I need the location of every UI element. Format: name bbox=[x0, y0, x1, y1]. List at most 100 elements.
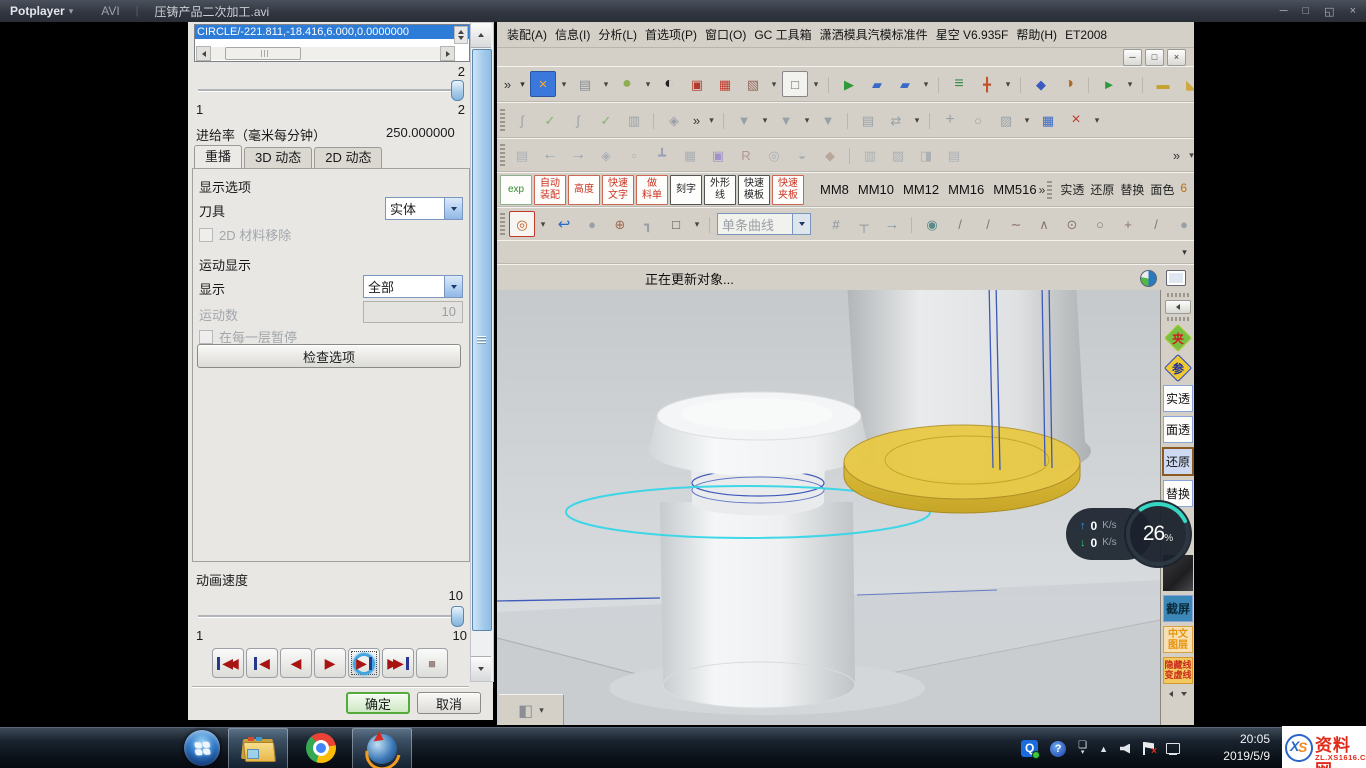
scroll-left-button[interactable] bbox=[196, 46, 211, 61]
next-icon[interactable]: → bbox=[879, 211, 905, 237]
dropdown-arrow-icon[interactable]: ▾ bbox=[1002, 71, 1014, 97]
separator[interactable]: │ bbox=[824, 71, 834, 97]
selection-scope-combo[interactable]: 单条曲线 bbox=[717, 213, 811, 235]
check-options-button[interactable]: 检查选项 bbox=[197, 344, 461, 368]
dropdown-arrow-icon[interactable]: ▾ bbox=[539, 705, 544, 716]
scroll-left-icon[interactable] bbox=[1169, 691, 1173, 697]
cube-pin-icon[interactable]: ▧ bbox=[740, 71, 766, 97]
chinese-layer-button[interactable]: 中文图层 bbox=[1163, 626, 1193, 653]
minimize-button[interactable]: ─ bbox=[1123, 49, 1142, 66]
stop-button[interactable]: ■ bbox=[416, 648, 448, 678]
menu-item[interactable]: 帮助(H) bbox=[1016, 26, 1057, 43]
move-object-icon[interactable]: ◆ bbox=[1028, 71, 1054, 97]
step-back-button[interactable]: ◀ bbox=[246, 648, 278, 678]
separator[interactable]: │ bbox=[845, 142, 855, 168]
program-group-icon[interactable]: ▼ bbox=[731, 107, 757, 133]
network-icon[interactable] bbox=[1166, 743, 1180, 755]
mm-button[interactable]: MM516 bbox=[993, 182, 1036, 197]
toolbar-grip[interactable] bbox=[500, 144, 505, 166]
tab-3d-dynamic[interactable]: 3D 动态 bbox=[244, 147, 312, 168]
mm-button[interactable]: MM12 bbox=[903, 182, 939, 197]
eraser-icon[interactable]: ◆ bbox=[817, 142, 843, 168]
checkbox-icon[interactable] bbox=[199, 330, 213, 344]
memory-usage-ball[interactable]: 26% bbox=[1124, 500, 1192, 568]
create-icon[interactable]: + bbox=[937, 107, 963, 133]
rotate-view-icon[interactable]: ◈ bbox=[593, 142, 619, 168]
slab-view-arrow-icon[interactable]: ▰ bbox=[892, 71, 918, 97]
slab-view-icon[interactable]: ▰ bbox=[864, 71, 890, 97]
restore-button[interactable]: 还原 bbox=[1162, 447, 1194, 476]
tool-combo[interactable]: 实体 bbox=[385, 197, 463, 220]
crossing-lines-icon[interactable]: # bbox=[823, 211, 849, 237]
snap-intersection-icon[interactable]: + bbox=[1115, 211, 1141, 237]
window-control-button[interactable]: × bbox=[1350, 5, 1356, 18]
snap-circle-icon[interactable]: ○ bbox=[1087, 211, 1113, 237]
display-mode-button[interactable]: 替换 bbox=[1120, 181, 1144, 198]
mm-button[interactable]: MM10 bbox=[858, 182, 894, 197]
snap-tangent-icon[interactable]: ∼ bbox=[1003, 211, 1029, 237]
shop-doc-icon[interactable]: ✓ bbox=[593, 107, 619, 133]
hatch-icon[interactable]: ▨ bbox=[885, 142, 911, 168]
sidebar-back-button[interactable] bbox=[1165, 300, 1191, 314]
qq-tray-icon[interactable]: Q bbox=[1021, 740, 1038, 757]
part-navigator-icon[interactable]: ≡ bbox=[946, 71, 972, 97]
overflow-more-icon[interactable]: » bbox=[1169, 142, 1184, 168]
height-button[interactable]: 高度 bbox=[568, 175, 600, 205]
dropdown-arrow-icon[interactable]: ▾ bbox=[1021, 107, 1033, 133]
render-style-icon[interactable]: ● bbox=[614, 71, 640, 97]
dropdown-arrow-icon[interactable]: ▾ bbox=[920, 71, 932, 97]
show-hidden-icons-button[interactable]: ▲ bbox=[1099, 744, 1108, 754]
pedestal-icon[interactable]: ┻ bbox=[649, 142, 675, 168]
tab-2d-dynamic[interactable]: 2D 动态 bbox=[314, 147, 382, 168]
menu-item[interactable]: 信息(I) bbox=[555, 26, 590, 43]
display-mode-button[interactable]: 实透 bbox=[1060, 181, 1084, 198]
separator[interactable]: │ bbox=[1016, 71, 1026, 97]
verify-toolpath-icon[interactable]: ✓ bbox=[537, 107, 563, 133]
dropdown-arrow-icon[interactable]: ▾ bbox=[600, 71, 612, 97]
snap-point-icon[interactable]: ◉ bbox=[919, 211, 945, 237]
separator[interactable]: │ bbox=[705, 211, 715, 237]
menu-item[interactable]: 装配(A) bbox=[507, 26, 547, 43]
separator[interactable]: │ bbox=[719, 107, 729, 133]
toolbar-grip[interactable] bbox=[500, 213, 505, 235]
overflow-more-icon[interactable]: » bbox=[1193, 183, 1194, 197]
separator[interactable]: │ bbox=[1138, 71, 1148, 97]
cube-measure-icon[interactable]: ▦ bbox=[677, 142, 703, 168]
play-button[interactable]: ▶ bbox=[348, 648, 380, 678]
dropdown-arrow-icon[interactable]: ▾ bbox=[558, 71, 570, 97]
combo-dropdown-button[interactable] bbox=[444, 198, 462, 219]
half-view-icon[interactable]: ◨ bbox=[913, 142, 939, 168]
hscroll-thumb[interactable] bbox=[225, 47, 301, 60]
taskbar-clock[interactable]: 20:05 2019/5/9 bbox=[1186, 731, 1270, 765]
listbox-hscrollbar[interactable] bbox=[196, 47, 455, 60]
dropdown-arrow-icon[interactable]: ▾ bbox=[691, 211, 703, 237]
gcode-selected-row[interactable]: CIRCLE/-221.811,-18.416,6.000,0.0000000 bbox=[195, 25, 469, 39]
close-button[interactable]: × bbox=[1167, 49, 1186, 66]
operation-navigator-icon[interactable]: ▤ bbox=[855, 107, 881, 133]
tube-icon[interactable]: ┓ bbox=[635, 211, 661, 237]
separator[interactable]: │ bbox=[843, 107, 853, 133]
clamp-button[interactable]: 夹 bbox=[1165, 325, 1191, 351]
dropdown-arrow-icon[interactable]: ▾ bbox=[537, 211, 549, 237]
quick-text-button[interactable]: 快速文字 bbox=[602, 175, 634, 205]
play-forward-button[interactable]: ▶ bbox=[314, 648, 346, 678]
toolbar-grip[interactable] bbox=[1047, 181, 1052, 199]
taskbar-potplayer-button[interactable] bbox=[352, 728, 412, 768]
shade-mode-icon[interactable]: ◐ bbox=[656, 71, 682, 97]
slider-knob[interactable] bbox=[451, 80, 464, 101]
quick-template-button[interactable]: 快速模板 bbox=[738, 175, 770, 205]
section-view-icon[interactable]: ▣ bbox=[705, 142, 731, 168]
potplayer-menu-button[interactable]: Potplayer bbox=[10, 4, 65, 18]
snap-center-icon[interactable]: ⊙ bbox=[1059, 211, 1085, 237]
dropdown-arrow-icon[interactable]: ▾ bbox=[768, 71, 780, 97]
hidden-line-button[interactable]: 隐藏线变虚线 bbox=[1163, 657, 1193, 684]
go-to-start-button[interactable]: ◀◀ bbox=[212, 648, 244, 678]
display-mode-button[interactable]: 还原 bbox=[1090, 181, 1114, 198]
show-combo[interactable]: 全部 bbox=[363, 275, 463, 298]
window-control-button[interactable]: ◱ bbox=[1324, 5, 1334, 18]
snap-quadrant-icon[interactable]: ∧ bbox=[1031, 211, 1057, 237]
display-mode-icon[interactable]: ▤ bbox=[572, 71, 598, 97]
gcode-listbox[interactable]: CIRCLE/-221.811,-18.416,6.000,0.0000000 bbox=[194, 24, 470, 62]
separator[interactable]: │ bbox=[907, 211, 917, 237]
dropdown-arrow-icon[interactable]: ▾ bbox=[1124, 71, 1136, 97]
